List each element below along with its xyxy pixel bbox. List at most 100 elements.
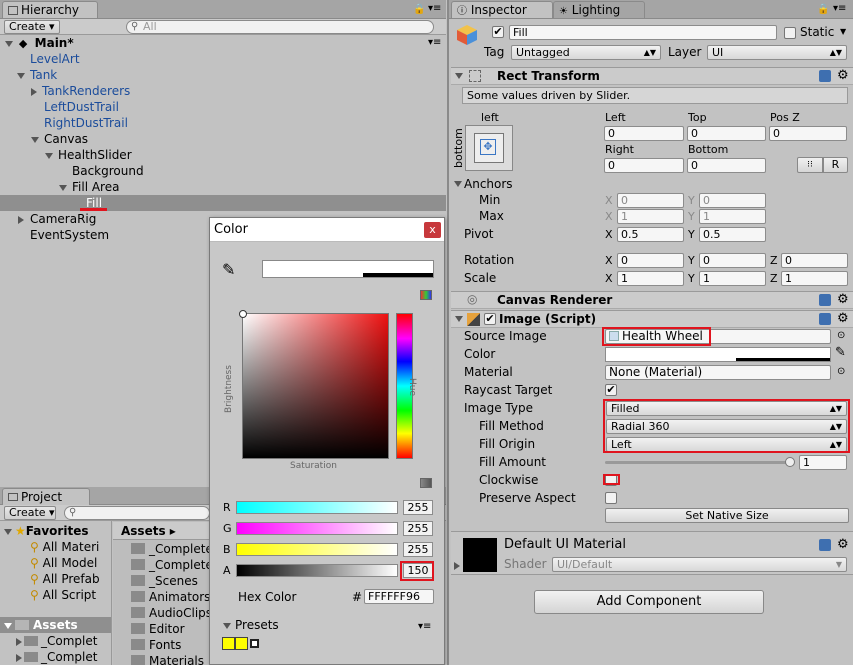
- asset-folder[interactable]: Animators: [113, 589, 210, 605]
- expand-icon[interactable]: [5, 40, 13, 47]
- rot-z-field[interactable]: 0: [781, 253, 848, 268]
- slider-mode-icon[interactable]: [420, 478, 432, 488]
- anchor-preset-button[interactable]: ✥: [465, 125, 513, 171]
- hierarchy-create-button[interactable]: Create ▾: [4, 20, 60, 34]
- hierarchy-search-input[interactable]: ⚲ All: [126, 20, 434, 34]
- blueprint-mode-button[interactable]: ⁝⁝: [797, 157, 823, 173]
- preset-swatch[interactable]: [222, 637, 235, 650]
- eyedropper-icon[interactable]: ✎: [222, 260, 235, 279]
- r-field[interactable]: 255: [403, 500, 433, 515]
- tree-item-leftdusttrail[interactable]: LeftDustTrail: [0, 99, 119, 115]
- layer-dropdown[interactable]: UI ▲▼: [707, 45, 847, 60]
- add-preset-button[interactable]: [250, 639, 259, 648]
- favorite-item[interactable]: ⚲ All Materi: [0, 539, 99, 555]
- asset-folder[interactable]: Fonts: [113, 637, 181, 653]
- asset-folder[interactable]: AudioClips: [113, 605, 212, 621]
- scale-x-field[interactable]: 1: [617, 271, 684, 286]
- presets-expand-icon[interactable]: [223, 623, 231, 629]
- rot-y-field[interactable]: 0: [699, 253, 766, 268]
- assets-breadcrumb[interactable]: Assets ▸: [113, 522, 213, 540]
- expand-icon[interactable]: [4, 528, 12, 535]
- rect-transform-header[interactable]: Rect Transform ⚙: [451, 67, 853, 85]
- tab-lighting[interactable]: ☀ Lighting: [553, 1, 645, 18]
- r-slider[interactable]: [236, 501, 398, 514]
- presets-menu-icon[interactable]: ▾≡: [418, 621, 431, 632]
- raw-edit-button[interactable]: R: [823, 157, 848, 173]
- object-picker-icon[interactable]: ⊙: [837, 330, 845, 341]
- help-icon[interactable]: [819, 294, 831, 306]
- left-field[interactable]: 0: [604, 126, 684, 141]
- panel-menu-icon[interactable]: ▾≡: [428, 3, 441, 14]
- min-y-field[interactable]: 0: [699, 193, 766, 208]
- pivot-x-field[interactable]: 0.5: [617, 227, 684, 242]
- expand-icon[interactable]: [59, 184, 67, 191]
- asset-folder[interactable]: _Complete: [113, 557, 213, 573]
- tree-item-rightdusttrail[interactable]: RightDustTrail: [0, 115, 128, 131]
- favorite-item[interactable]: ⚲ All Model: [0, 555, 97, 571]
- asset-folder[interactable]: _Scenes: [113, 573, 198, 589]
- posz-field[interactable]: 0: [769, 126, 847, 141]
- set-native-size-button[interactable]: Set Native Size: [605, 508, 849, 523]
- collapse-icon[interactable]: [31, 87, 37, 96]
- top-field[interactable]: 0: [687, 126, 766, 141]
- favorite-item[interactable]: ⚲ All Prefab: [0, 571, 100, 587]
- saturation-brightness-square[interactable]: [239, 310, 389, 459]
- right-field[interactable]: 0: [604, 158, 684, 173]
- gear-icon[interactable]: ⚙: [837, 292, 849, 307]
- add-component-button[interactable]: Add Component: [534, 590, 764, 614]
- asset-folder[interactable]: _Complete: [113, 541, 213, 557]
- help-icon[interactable]: [819, 313, 831, 325]
- preset-swatch[interactable]: [235, 637, 248, 650]
- expand-icon[interactable]: [45, 152, 53, 159]
- expand-icon[interactable]: [17, 72, 25, 79]
- max-x-field[interactable]: 1: [617, 209, 684, 224]
- help-icon[interactable]: [819, 70, 831, 82]
- lock-icon[interactable]: 🔒: [413, 4, 425, 15]
- b-slider[interactable]: [236, 543, 398, 556]
- g-field[interactable]: 255: [403, 521, 433, 536]
- tree-item-camerarig[interactable]: CameraRig: [0, 211, 96, 227]
- help-icon[interactable]: [819, 539, 831, 551]
- hex-field[interactable]: FFFFFF96: [364, 589, 434, 604]
- asset-folder[interactable]: Materials: [113, 653, 204, 665]
- tab-hierarchy[interactable]: Hierarchy: [2, 1, 98, 18]
- scale-z-field[interactable]: 1: [781, 271, 848, 286]
- min-x-field[interactable]: 0: [617, 193, 684, 208]
- sv-cursor[interactable]: [239, 310, 247, 318]
- expand-icon[interactable]: [31, 136, 39, 143]
- collapse-icon[interactable]: [16, 653, 22, 662]
- shader-dropdown[interactable]: UI/Default ▼: [552, 557, 847, 572]
- tag-dropdown[interactable]: Untagged ▲▼: [511, 45, 661, 60]
- expand-icon[interactable]: [4, 622, 12, 629]
- tab-inspector[interactable]: ⓘ Inspector: [451, 1, 553, 18]
- collapse-icon[interactable]: [16, 637, 22, 646]
- tree-item-levelart[interactable]: LevelArt: [0, 51, 80, 67]
- object-picker-icon[interactable]: ⊙: [837, 366, 845, 377]
- fill-amount-field[interactable]: 1: [799, 455, 847, 470]
- tree-item-eventsystem[interactable]: EventSystem: [0, 227, 109, 243]
- g-slider[interactable]: [236, 522, 398, 535]
- fill-amount-slider[interactable]: [605, 461, 791, 464]
- pivot-y-field[interactable]: 0.5: [699, 227, 766, 242]
- assets-tree-item[interactable]: _Complet: [0, 649, 97, 665]
- tree-item-healthslider[interactable]: HealthSlider: [0, 147, 132, 163]
- tree-item-canvas[interactable]: Canvas: [0, 131, 88, 147]
- assets-tree-header[interactable]: Assets: [0, 617, 111, 633]
- fill-amount-slider-thumb[interactable]: [785, 457, 795, 467]
- static-checkbox[interactable]: [784, 27, 796, 39]
- material-field[interactable]: None (Material): [605, 365, 831, 380]
- gear-icon[interactable]: ⚙: [837, 311, 849, 326]
- asset-folder[interactable]: Editor: [113, 621, 185, 637]
- b-field[interactable]: 255: [403, 542, 433, 557]
- active-checkbox[interactable]: ✔: [492, 26, 504, 38]
- max-y-field[interactable]: 1: [699, 209, 766, 224]
- project-search-input[interactable]: ⚲: [64, 506, 210, 520]
- tree-item-tank[interactable]: Tank: [0, 67, 57, 83]
- anchors-expand-icon[interactable]: [454, 181, 462, 187]
- color-mode-icon[interactable]: [420, 290, 432, 300]
- canvas-renderer-header[interactable]: ◎ Canvas Renderer ⚙: [451, 291, 853, 309]
- image-script-header[interactable]: ✔ Image (Script) ⚙: [451, 310, 853, 328]
- static-dropdown-icon[interactable]: ▼: [840, 27, 846, 36]
- preserve-aspect-checkbox[interactable]: [605, 492, 617, 504]
- rot-x-field[interactable]: 0: [617, 253, 684, 268]
